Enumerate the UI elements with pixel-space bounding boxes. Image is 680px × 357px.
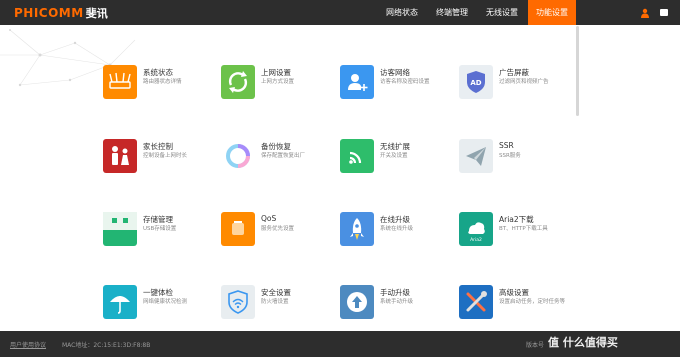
tile-desc: 设置启动任务，定时任务等 [499,299,566,305]
shield-wifi-icon [221,285,255,319]
tile-title: 上网设置 [261,68,291,77]
tile-desc: 上网方式设置 [261,79,295,85]
tile-title: 手动升级 [380,288,410,297]
family-icon [103,139,137,173]
paper-plane-icon [459,139,493,173]
tile-desc: SSR服务 [499,153,521,159]
tile-desc: 控制设备上网时长 [143,153,188,159]
add-user-icon [340,65,374,99]
tile-desc: 路由器状态详情 [143,79,182,85]
tile-desc: 访客名称及密码设置 [380,79,430,85]
tile-parental-control[interactable]: 家长控制 控制设备上网时长 [103,139,221,179]
tile-title: 高级设置 [499,288,529,297]
tile-storage-management[interactable]: 存储管理 USB存储设置 [103,212,221,252]
tile-desc: 系统在线升级 [380,226,414,232]
tile-title: 家长控制 [143,142,173,151]
tile-title: 系统状态 [143,68,173,77]
tile-desc: 保存配置恢复出厂 [261,153,306,159]
tile-advanced-settings[interactable]: 高级设置 设置启动任务，定时任务等 [459,285,577,325]
tile-manual-upgrade[interactable]: 手动升级 系统手动升级 [340,285,458,325]
tile-internet-settings[interactable]: 上网设置 上网方式设置 [221,65,339,105]
nav-device-management[interactable]: 终端管理 [427,0,477,25]
top-navbar: PHICOMM 斐讯 网络状态 终端管理 无线设置 功能设置 [0,0,680,25]
tile-desc: 防火墙设置 [261,299,289,305]
svg-text:Aria2: Aria2 [470,237,482,243]
ad-block-icon: AD [459,65,493,99]
tile-desc: 网络健康状况检测 [143,299,188,305]
tile-title: 一键体检 [143,288,173,297]
tile-desc: 过滤网页和视频广告 [499,79,549,85]
refresh-icon [221,65,255,99]
upload-icon [340,285,374,319]
watermark: 值 什么值得买 [548,336,618,349]
umbrella-icon [103,285,137,319]
footer-version: 版本号 [526,342,545,349]
tile-desc: 开关及设置 [380,153,408,159]
backup-ring-icon [221,139,255,173]
footer-user-agreement-link[interactable]: 用户使用协议 [10,340,46,349]
tile-one-click-check[interactable]: 一键体检 网络健康状况检测 [103,285,221,325]
user-icon[interactable] [640,8,650,18]
tile-qos[interactable]: QoS 服务优先设置 [221,212,339,252]
nav-function-settings[interactable]: 功能设置 [528,0,576,25]
tile-title: 访客网络 [380,68,410,77]
nav-wireless-settings[interactable]: 无线设置 [477,0,527,25]
tile-ssr[interactable]: SSR SSR服务 [459,139,577,179]
tile-online-upgrade[interactable]: 在线升级 系统在线升级 [340,212,458,252]
tools-icon [459,285,493,319]
wifi-icon [340,139,374,173]
tile-desc: USB存储设置 [143,226,177,232]
tile-guest-network[interactable]: 访客网络 访客名称及密码设置 [340,65,458,105]
tile-desc: 系统手动升级 [380,299,414,305]
storage-icon [103,212,137,246]
tile-title: 无线扩展 [380,142,410,151]
brand-name: PHICOMM [14,5,84,20]
tile-system-status[interactable]: 系统状态 路由器状态详情 [103,65,221,105]
router-icon [103,65,137,99]
aria2-icon: Aria2 [459,212,493,246]
tile-title: QoS [261,214,277,223]
tile-title: 安全设置 [261,288,291,297]
tile-ad-block[interactable]: AD 广告屏蔽 过滤网页和视频广告 [459,65,577,105]
tile-security-settings[interactable]: 安全设置 防火墙设置 [221,285,339,325]
svg-text:AD: AD [470,79,481,87]
brand-logo[interactable]: PHICOMM 斐讯 [14,5,108,20]
tile-desc: BT、HTTP下载工具 [499,226,548,232]
tile-title: 在线升级 [380,215,410,224]
tile-title: SSR [499,141,514,150]
menu-icon[interactable] [660,9,668,16]
footer-mac-address: MAC地址：2C:15:E1:3D:F8:8B [62,342,151,349]
tile-title: 存储管理 [143,215,173,224]
brand-name-cn: 斐讯 [85,6,108,20]
tile-backup-restore[interactable]: 备份恢复 保存配置恢复出厂 [221,139,339,179]
tile-title: Aria2下载 [499,215,534,224]
tile-desc: 服务优先设置 [261,226,295,232]
rocket-icon [340,212,374,246]
tile-title: 广告屏蔽 [499,68,529,77]
tile-aria2-download[interactable]: Aria2 Aria2下载 BT、HTTP下载工具 [459,212,577,252]
tile-title: 备份恢复 [261,142,291,151]
tile-wireless-extension[interactable]: 无线扩展 开关及设置 [340,139,458,179]
nav-network-status[interactable]: 网络状态 [377,0,427,25]
qos-icon [221,212,255,246]
